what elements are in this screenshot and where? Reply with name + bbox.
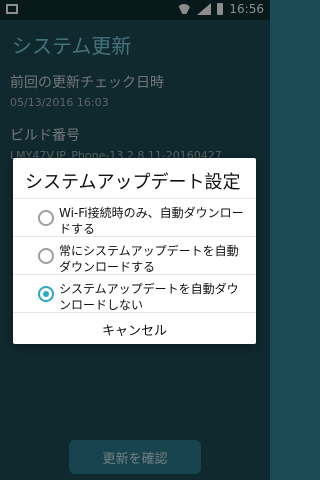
radio-button[interactable]	[38, 248, 54, 264]
option-label: 常にシステムアップデートを自動ダウンロードする	[59, 244, 239, 274]
option-label: システムアップデートを自動ダウンロードしない	[59, 282, 239, 312]
radio-button-checked[interactable]	[38, 286, 54, 302]
dialog-title: システムアップデート設定	[25, 172, 241, 193]
radio-button[interactable]	[38, 210, 54, 226]
option-do-not-download[interactable]: システムアップデートを自動ダウンロードしない	[13, 274, 256, 312]
update-settings-dialog: システムアップデート設定 Wi-Fi接続時のみ、自動ダウンロードする 常にシステ…	[13, 158, 256, 344]
cancel-button[interactable]: キャンセル	[13, 312, 256, 345]
option-always-download[interactable]: 常にシステムアップデートを自動ダウンロードする	[13, 236, 256, 274]
option-wifi-only[interactable]: Wi-Fi接続時のみ、自動ダウンロードする	[13, 198, 256, 236]
option-label: Wi-Fi接続時のみ、自動ダウンロードする	[59, 206, 244, 236]
